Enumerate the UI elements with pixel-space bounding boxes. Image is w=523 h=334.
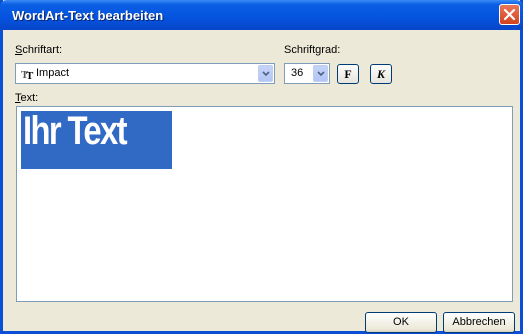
font-select[interactable]: T T Impact — [15, 63, 275, 84]
bold-button[interactable]: F — [337, 64, 359, 84]
truetype-font-icon: T T — [21, 69, 34, 80]
selected-text: Ihr Text — [21, 109, 172, 169]
title-bar[interactable]: WordArt-Text bearbeiten — [0, 0, 523, 30]
close-button[interactable] — [499, 4, 520, 25]
font-dropdown-button[interactable] — [258, 65, 273, 82]
font-label: Schriftart: — [15, 44, 63, 56]
font-value: Impact — [36, 67, 70, 79]
cancel-button[interactable]: Abbrechen — [443, 312, 515, 333]
chevron-down-icon — [262, 71, 270, 77]
size-select[interactable]: 36 — [284, 63, 330, 84]
ok-button[interactable]: OK — [365, 312, 437, 333]
italic-button[interactable]: K — [370, 64, 392, 84]
text-label: Text: — [15, 92, 39, 104]
svg-text:T: T — [26, 70, 34, 80]
close-icon — [503, 8, 516, 21]
size-value: 36 — [291, 67, 304, 79]
dialog-window: WordArt-Text bearbeiten Schriftart: T T … — [0, 0, 523, 334]
text-content: Ihr Text — [23, 109, 128, 153]
size-dropdown-button[interactable] — [313, 65, 328, 82]
window-title: WordArt-Text bearbeiten — [12, 8, 164, 23]
chevron-down-icon — [317, 71, 325, 77]
size-label: Schriftgrad: — [284, 44, 341, 56]
text-input[interactable]: Ihr Text — [16, 106, 513, 302]
